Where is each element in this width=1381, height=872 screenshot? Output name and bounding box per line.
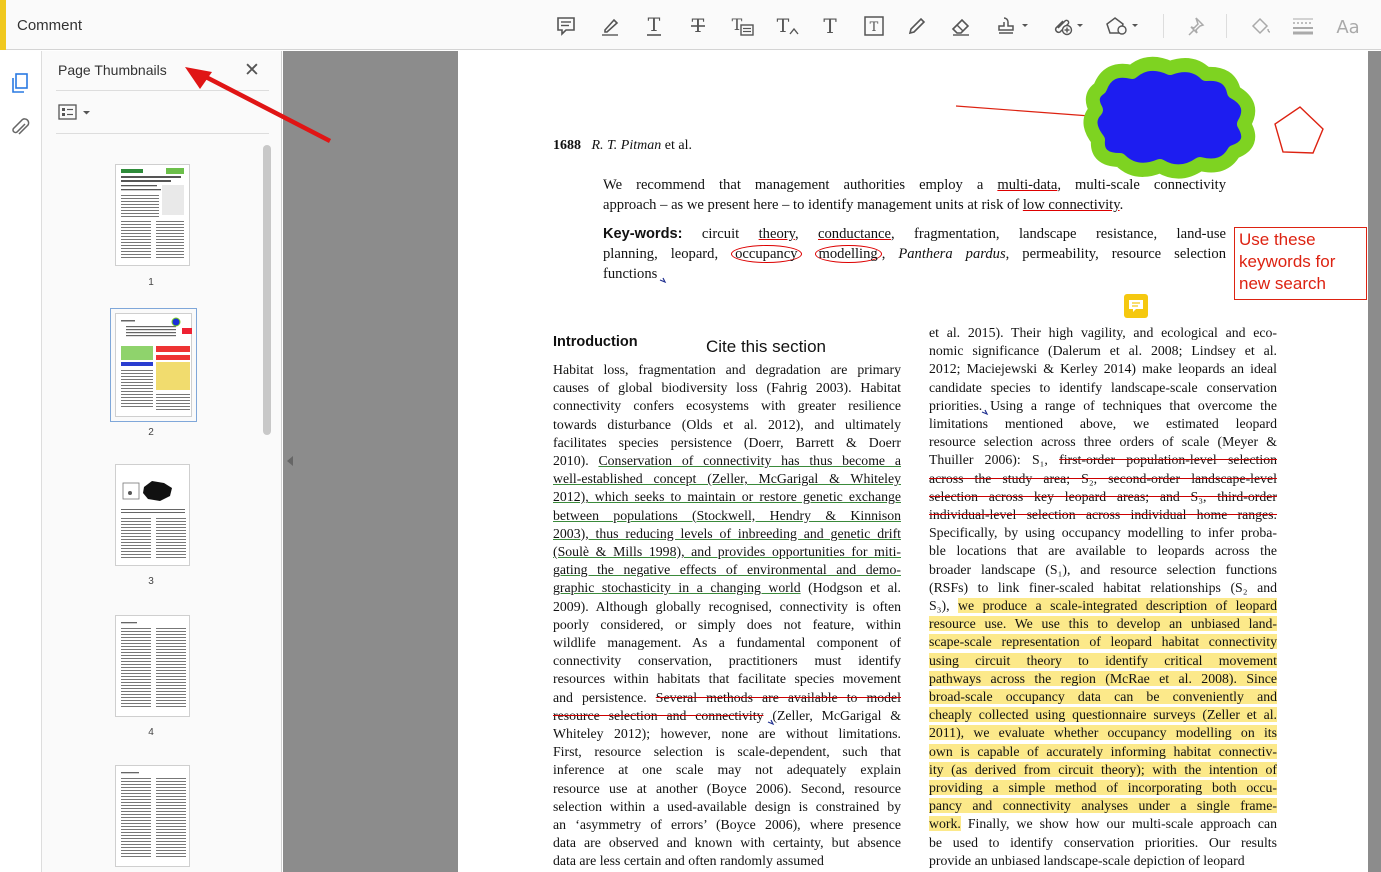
annotation-overlay bbox=[185, 56, 1324, 726]
cloud-annotation[interactable] bbox=[1083, 56, 1256, 179]
caret-annotation[interactable] bbox=[981, 409, 989, 416]
polygon-annotation[interactable] bbox=[1274, 106, 1324, 154]
text-box-annotation-text: Use these keywords for new search bbox=[1239, 230, 1336, 293]
sticky-note-annotation[interactable] bbox=[1124, 294, 1148, 318]
thin-arrow-annotation[interactable] bbox=[955, 105, 1097, 121]
red-arrow-annotation[interactable] bbox=[185, 67, 332, 143]
caret-annotation[interactable] bbox=[659, 277, 667, 284]
sticky-note-icon bbox=[1129, 300, 1143, 312]
caret-annotation[interactable] bbox=[767, 719, 775, 726]
